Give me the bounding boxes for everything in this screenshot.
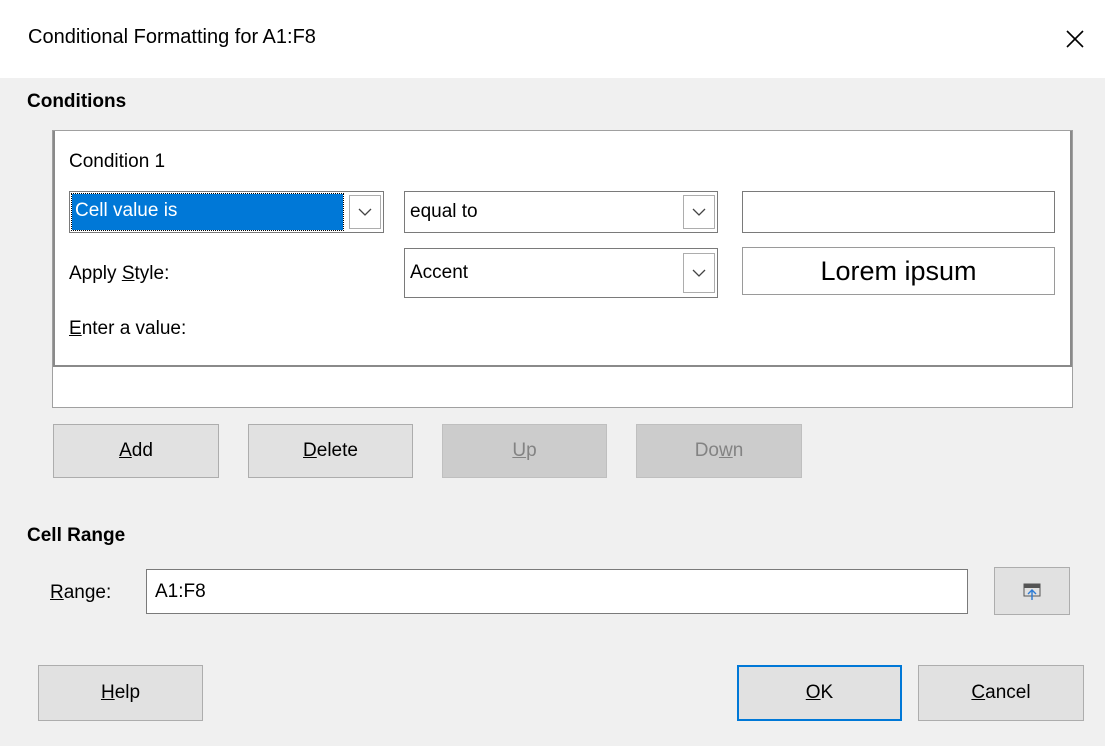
style-select[interactable]: Accent — [404, 248, 718, 298]
conditions-heading: Conditions — [27, 91, 127, 112]
apply-style-label: Apply Style: — [69, 263, 170, 284]
delete-button[interactable]: Delete — [248, 424, 413, 478]
condition-value-input[interactable] — [742, 191, 1055, 233]
ok-button[interactable]: OK — [737, 665, 902, 721]
enter-value-label: Enter a value: — [69, 318, 187, 339]
style-preview: Lorem ipsum — [742, 247, 1055, 295]
range-input[interactable]: A1:F8 — [146, 569, 968, 614]
dialog-title: Conditional Formatting for A1:F8 — [28, 26, 316, 48]
chevron-down-icon[interactable] — [349, 195, 381, 229]
cell-range-heading: Cell Range — [27, 525, 126, 546]
condition-type-value: Cell value is — [71, 193, 344, 231]
condition-label: Condition 1 — [69, 151, 166, 172]
range-label: Range: — [50, 582, 112, 603]
up-button[interactable]: Up — [442, 424, 607, 478]
shrink-range-button[interactable] — [994, 567, 1070, 615]
conditions-list[interactable]: Condition 1 Cell value is equal to Apply… — [52, 130, 1073, 408]
add-button[interactable]: Add — [53, 424, 219, 478]
close-icon — [1066, 30, 1084, 48]
help-button[interactable]: Help — [38, 665, 203, 721]
close-button[interactable] — [1045, 0, 1105, 78]
down-button[interactable]: Do w n — [636, 424, 802, 478]
condition-entry[interactable]: Condition 1 Cell value is equal to Apply… — [53, 131, 1072, 367]
condition-type-select[interactable]: Cell value is — [69, 191, 384, 233]
chevron-down-icon[interactable] — [683, 253, 715, 293]
range-value: A1:F8 — [155, 581, 206, 602]
operator-select[interactable]: equal to — [404, 191, 718, 233]
style-value: Accent — [410, 262, 469, 283]
cancel-button[interactable]: Cancel — [918, 665, 1084, 721]
title-bar: Conditional Formatting for A1:F8 — [0, 0, 1105, 78]
chevron-down-icon[interactable] — [683, 195, 715, 229]
shrink-dialog-icon — [1023, 583, 1041, 600]
operator-value: equal to — [410, 201, 478, 222]
